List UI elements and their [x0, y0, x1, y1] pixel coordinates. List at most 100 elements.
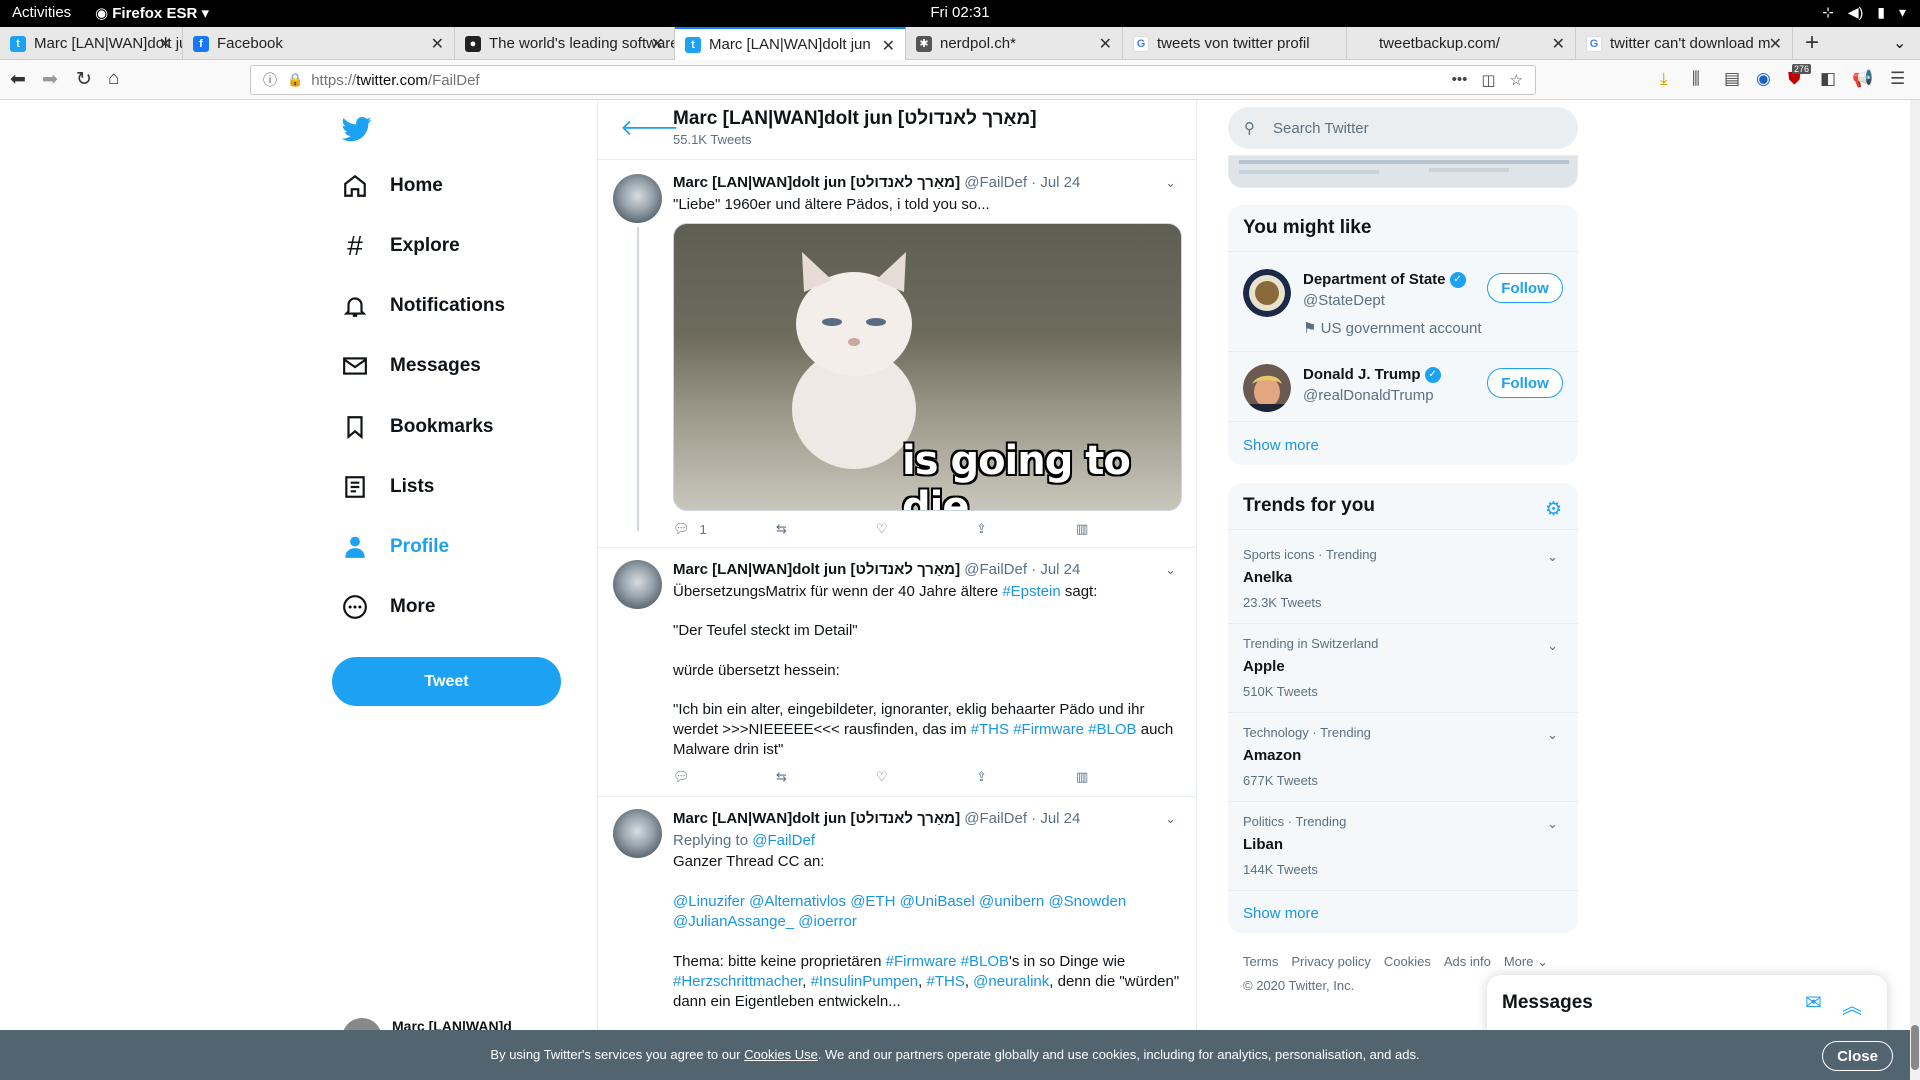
browser-tab[interactable]: f Facebook ✕ [183, 27, 455, 60]
sidebar-item-home[interactable]: Home [340, 162, 443, 210]
chevron-down-icon[interactable]: ⌄ [1165, 811, 1176, 827]
hashtag-link[interactable]: #Epstein [1002, 583, 1060, 600]
tweet-date[interactable]: Jul 24 [1040, 810, 1080, 827]
address-bar[interactable]: ⓘ 🔒 https://twitter.com/FailDef ••• ◫ ☆ [250, 65, 1536, 95]
back-button[interactable]: ⬅ [10, 68, 26, 91]
tab-list-chevron-icon[interactable]: ⌄ [1893, 33, 1906, 53]
author-name[interactable]: Marc [LAN|WAN]dolt jun [מאַרך לאנדולט] [673, 810, 960, 827]
mention-links[interactable]: @JulianAssange_ @ioerror [673, 912, 1183, 932]
hashtag-link[interactable]: #Firmware [1013, 721, 1084, 738]
analytics-icon[interactable]: ▥ [1076, 521, 1088, 537]
close-icon[interactable]: ✕ [1099, 34, 1112, 54]
share-icon[interactable]: ⇪ [976, 521, 987, 537]
mention-link[interactable]: @FailDef [752, 832, 815, 849]
retweet-icon[interactable]: ⇆ [776, 521, 787, 537]
follow-suggestion[interactable]: Donald J. Trump ✓ @realDonaldTrump Follow [1228, 352, 1578, 422]
browser-tab[interactable]: tweetbackup.com/ ✕ [1347, 27, 1576, 60]
hashtag-link[interactable]: #Herzschrittmacher [673, 973, 802, 990]
scrollbar-thumb[interactable] [1911, 1025, 1919, 1070]
close-icon[interactable]: ✕ [1552, 34, 1565, 54]
author-name[interactable]: Marc [LAN|WAN]dolt jun [מאַרך לאנדולט] [673, 561, 960, 578]
expand-icon[interactable]: ︽ [1842, 990, 1862, 1019]
close-icon[interactable]: ✕ [1769, 34, 1782, 54]
author-handle[interactable]: @FailDef [964, 174, 1027, 191]
bookmark-star-icon[interactable]: ☆ [1510, 71, 1523, 89]
avatar[interactable] [613, 809, 662, 858]
browser-tab[interactable]: ✱ nerdpol.ch* ✕ [906, 27, 1123, 60]
sidebar-item-more[interactable]: More [340, 583, 435, 631]
like-icon[interactable]: ♡ [876, 769, 888, 785]
close-button[interactable]: Close [1822, 1041, 1893, 1071]
system-tray[interactable]: ⊹ ◀) ▮ ▾ [1822, 4, 1906, 21]
activities-button[interactable]: Activities [12, 4, 71, 21]
close-icon[interactable]: ✕ [651, 34, 664, 54]
follow-button[interactable]: Follow [1487, 368, 1563, 398]
analytics-icon[interactable]: ▥ [1076, 769, 1088, 785]
messages-drawer[interactable]: Messages ✉ ︽ [1487, 975, 1887, 1035]
new-message-icon[interactable]: ✉ [1805, 990, 1822, 1015]
page-actions-icon[interactable]: ••• [1452, 71, 1468, 89]
chevron-down-icon[interactable]: ⌄ [1547, 727, 1558, 743]
follow-suggestion[interactable]: Department of State ✓ @StateDept ⚑ US gov… [1228, 257, 1578, 352]
follow-button[interactable]: Follow [1487, 273, 1563, 303]
close-icon[interactable]: ✕ [431, 34, 444, 54]
chevron-down-icon[interactable]: ⌄ [1547, 638, 1558, 654]
author-name[interactable]: Marc [LAN|WAN]dolt jun [מאַרך לאנדולט] [673, 174, 960, 191]
download-icon[interactable]: ⤓ [1660, 69, 1668, 89]
close-icon[interactable]: ✕ [882, 36, 895, 56]
extension-icon[interactable]: ◉ [1756, 69, 1771, 89]
library-icon[interactable]: ⫼ [1692, 69, 1700, 89]
tweet[interactable]: Marc [LAN|WAN]dolt jun [מאַרך לאנדולט] @… [598, 548, 1196, 797]
trend-item[interactable]: Politics · Trending Liban 144K Tweets ⌄ [1228, 802, 1578, 891]
sidebar-item-lists[interactable]: Lists [340, 463, 434, 511]
mention-links[interactable]: @Linuzifer @Alternativlos @ETH @UniBasel… [673, 892, 1183, 912]
chevron-down-icon[interactable]: ⌄ [1547, 816, 1558, 832]
new-tab-button[interactable]: + [1805, 29, 1819, 57]
show-more-link[interactable]: Show more [1243, 437, 1319, 454]
hashtag-link[interactable]: #BLOB [961, 953, 1009, 970]
sidebar-icon[interactable]: ▤ [1724, 69, 1740, 89]
close-icon[interactable]: ✕ [159, 34, 172, 54]
tweet-image[interactable]: is going to die [673, 223, 1182, 511]
sidebar-item-notifications[interactable]: Notifications [340, 282, 505, 330]
browser-tab-active[interactable]: t Marc [LAN|WAN]dolt jun ✕ [675, 27, 906, 60]
info-icon[interactable]: ⓘ [263, 70, 277, 90]
sidebar-item-profile[interactable]: Profile [340, 523, 449, 571]
hashtag-link[interactable]: #THS [971, 721, 1009, 738]
mention-link[interactable]: @neuralink [973, 973, 1049, 990]
avatar[interactable] [613, 560, 662, 609]
extension-icon[interactable]: ◧ [1820, 69, 1836, 89]
reply-button[interactable]: 💬︎ 1 [673, 521, 707, 537]
tweet-button[interactable]: Tweet [332, 657, 561, 706]
ads-info-link[interactable]: Ads info [1444, 954, 1491, 969]
browser-tab[interactable]: G tweets von twitter profil [1123, 27, 1347, 60]
privacy-link[interactable]: Privacy policy [1291, 954, 1370, 969]
tweet[interactable]: Marc [LAN|WAN]dolt jun [מאַרך לאנדולט] @… [598, 797, 1196, 1040]
trend-item[interactable]: Trending in Switzerland Apple 510K Tweet… [1228, 624, 1578, 713]
sidebar-item-messages[interactable]: Messages [340, 342, 481, 390]
reply-icon[interactable]: 💬︎ [673, 769, 690, 785]
home-button[interactable]: ⌂ [108, 68, 119, 90]
search-input[interactable]: ⚲ Search Twitter [1228, 107, 1578, 149]
chevron-down-icon[interactable]: ⌄ [1547, 549, 1558, 565]
tweet[interactable]: Marc [LAN|WAN]dolt jun [מאַרך לאנדולט] @… [598, 161, 1196, 548]
chevron-down-icon[interactable]: ⌄ [1165, 175, 1176, 191]
reload-button[interactable]: ↻ [76, 68, 92, 91]
pocket-icon[interactable]: ◫ [1481, 71, 1495, 89]
browser-tab[interactable]: t Marc [LAN|WAN]dolt jun ✕ [0, 27, 183, 60]
clock[interactable]: Fri 02:31 [0, 4, 1920, 21]
gear-icon[interactable]: ⚙ [1545, 498, 1562, 521]
twitter-logo-icon[interactable] [340, 114, 374, 144]
share-icon[interactable]: ⇪ [976, 769, 987, 785]
hashtag-link[interactable]: #BLOB [1088, 721, 1136, 738]
hashtag-link[interactable]: #InsulinPumpen [811, 973, 919, 990]
app-menu[interactable]: ◉ Firefox ESR ▾ [95, 4, 209, 22]
sidebar-item-explore[interactable]: # Explore [340, 222, 460, 270]
more-link[interactable]: More ⌄ [1504, 954, 1548, 969]
avatar[interactable] [613, 174, 662, 223]
trend-item[interactable]: Sports icons · Trending Anelka 23.3K Twe… [1228, 535, 1578, 624]
terms-link[interactable]: Terms [1243, 954, 1278, 969]
author-handle[interactable]: @FailDef [964, 810, 1027, 827]
scrollbar[interactable] [1910, 100, 1920, 1080]
forward-button[interactable]: ➡ [42, 68, 58, 91]
